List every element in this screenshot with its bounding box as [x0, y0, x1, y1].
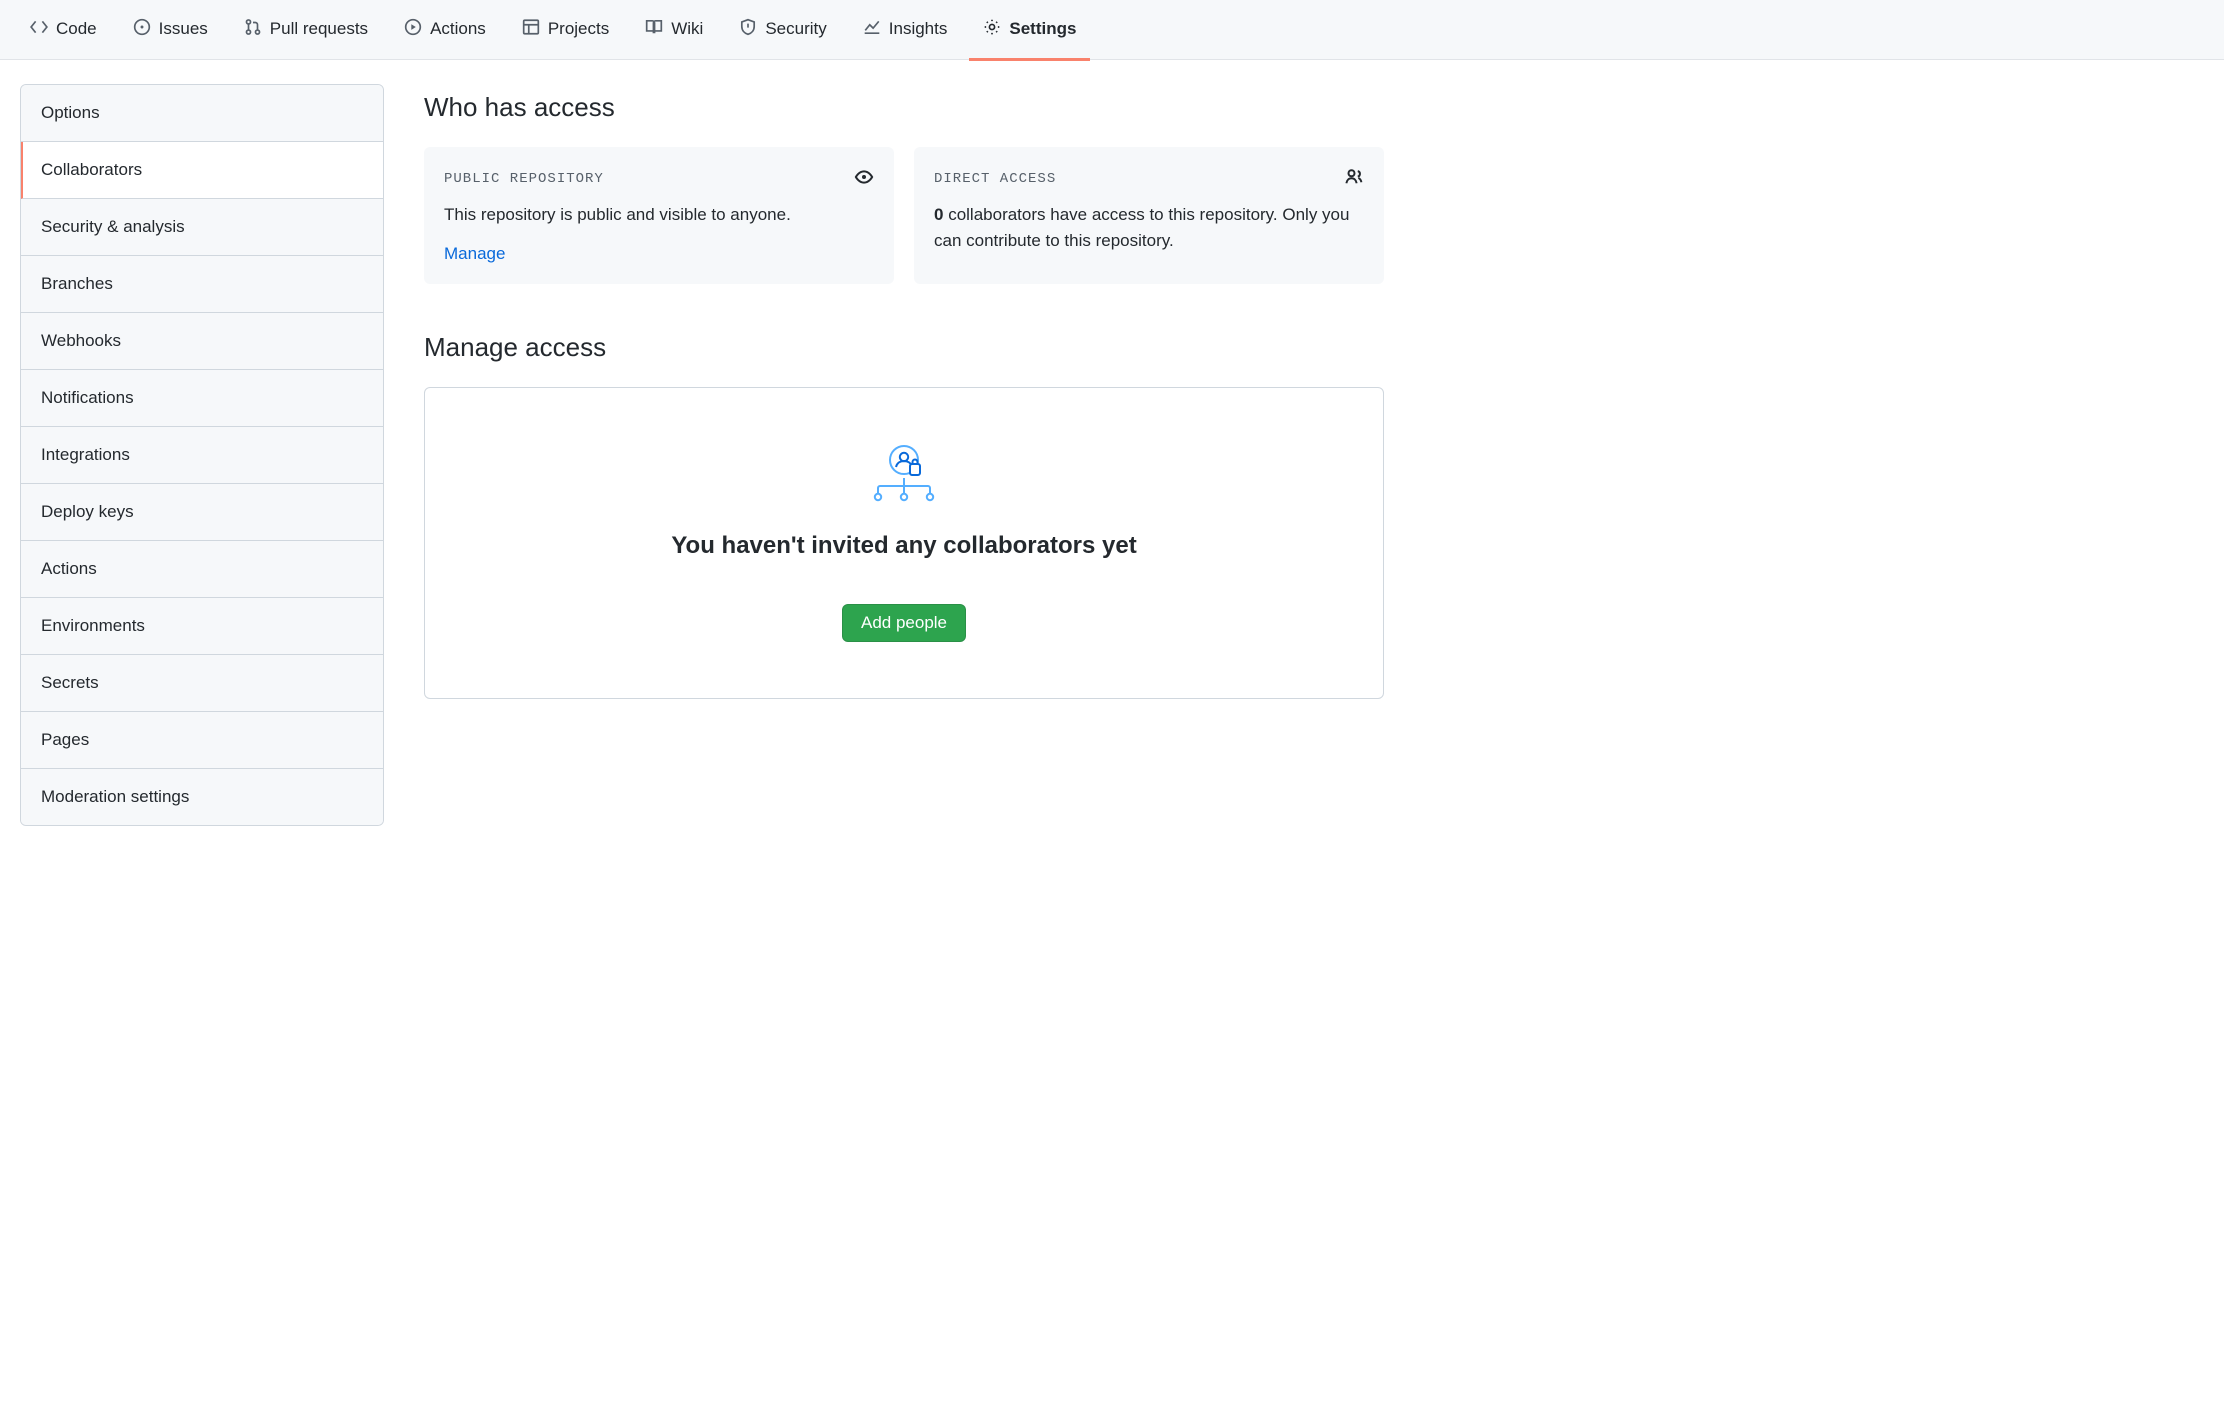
- sidenav-label: Pages: [41, 730, 89, 749]
- tab-label: Insights: [889, 19, 948, 39]
- sidenav-label: Integrations: [41, 445, 130, 464]
- repo-topnav: Code Issues Pull requests Actions Projec…: [0, 0, 2224, 60]
- sidenav-item-actions[interactable]: Actions: [21, 541, 383, 598]
- sidenav-label: Notifications: [41, 388, 134, 407]
- direct-access-text-rest: collaborators have access to this reposi…: [934, 205, 1349, 250]
- access-heading: Who has access: [424, 92, 1384, 123]
- sidenav-item-secrets[interactable]: Secrets: [21, 655, 383, 712]
- code-icon: [30, 18, 48, 41]
- public-repo-card: PUBLIC REPOSITORY This repository is pub…: [424, 147, 894, 284]
- settings-sidenav: Options Collaborators Security & analysi…: [20, 84, 384, 826]
- sidenav-item-environments[interactable]: Environments: [21, 598, 383, 655]
- public-repo-label: PUBLIC REPOSITORY: [444, 171, 604, 187]
- manage-access-heading: Manage access: [424, 332, 1384, 363]
- tab-label: Security: [765, 19, 826, 39]
- graph-icon: [863, 18, 881, 41]
- book-icon: [645, 18, 663, 41]
- tab-label: Issues: [159, 19, 208, 39]
- tab-label: Actions: [430, 19, 486, 39]
- sidenav-item-deploy-keys[interactable]: Deploy keys: [21, 484, 383, 541]
- sidenav-item-moderation[interactable]: Moderation settings: [21, 769, 383, 825]
- sidenav-item-collaborators[interactable]: Collaborators: [21, 142, 383, 199]
- tab-insights[interactable]: Insights: [849, 0, 962, 61]
- sidenav-label: Options: [41, 103, 100, 122]
- sidenav-label: Collaborators: [41, 160, 142, 179]
- direct-access-label: DIRECT ACCESS: [934, 171, 1056, 187]
- manage-visibility-link[interactable]: Manage: [444, 244, 505, 264]
- tab-wiki[interactable]: Wiki: [631, 0, 717, 61]
- tab-pull-requests[interactable]: Pull requests: [230, 0, 382, 61]
- tab-label: Pull requests: [270, 19, 368, 39]
- sidenav-label: Webhooks: [41, 331, 121, 350]
- tab-label: Projects: [548, 19, 609, 39]
- direct-access-text: 0 collaborators have access to this repo…: [934, 202, 1364, 253]
- tab-label: Code: [56, 19, 97, 39]
- tab-label: Wiki: [671, 19, 703, 39]
- sidenav-label: Actions: [41, 559, 97, 578]
- people-icon: [1344, 167, 1364, 190]
- collaborators-empty-icon: [868, 444, 940, 504]
- sidenav-item-security-analysis[interactable]: Security & analysis: [21, 199, 383, 256]
- tab-issues[interactable]: Issues: [119, 0, 222, 61]
- sidenav-item-webhooks[interactable]: Webhooks: [21, 313, 383, 370]
- sidenav-label: Security & analysis: [41, 217, 185, 236]
- tab-projects[interactable]: Projects: [508, 0, 623, 61]
- tab-actions[interactable]: Actions: [390, 0, 500, 61]
- tab-settings[interactable]: Settings: [969, 0, 1090, 61]
- tab-code[interactable]: Code: [16, 0, 111, 61]
- gear-icon: [983, 18, 1001, 41]
- sidenav-item-integrations[interactable]: Integrations: [21, 427, 383, 484]
- public-repo-text: This repository is public and visible to…: [444, 202, 874, 228]
- pr-icon: [244, 18, 262, 41]
- eye-icon: [854, 167, 874, 190]
- sidenav-label: Environments: [41, 616, 145, 635]
- sidenav-label: Secrets: [41, 673, 99, 692]
- sidenav-item-options[interactable]: Options: [21, 85, 383, 142]
- tab-security[interactable]: Security: [725, 0, 840, 61]
- empty-state-title: You haven't invited any collaborators ye…: [465, 532, 1343, 560]
- sidenav-item-pages[interactable]: Pages: [21, 712, 383, 769]
- shield-icon: [739, 18, 757, 41]
- tab-label: Settings: [1009, 19, 1076, 39]
- sidenav-label: Moderation settings: [41, 787, 189, 806]
- sidenav-label: Branches: [41, 274, 113, 293]
- settings-content: Who has access PUBLIC REPOSITORY This re…: [424, 84, 1384, 826]
- direct-access-card: DIRECT ACCESS 0 collaborators have acces…: [914, 147, 1384, 284]
- add-people-button[interactable]: Add people: [842, 604, 966, 642]
- sidenav-item-branches[interactable]: Branches: [21, 256, 383, 313]
- play-icon: [404, 18, 422, 41]
- manage-access-box: You haven't invited any collaborators ye…: [424, 387, 1384, 699]
- project-icon: [522, 18, 540, 41]
- sidenav-item-notifications[interactable]: Notifications: [21, 370, 383, 427]
- issue-icon: [133, 18, 151, 41]
- sidenav-label: Deploy keys: [41, 502, 134, 521]
